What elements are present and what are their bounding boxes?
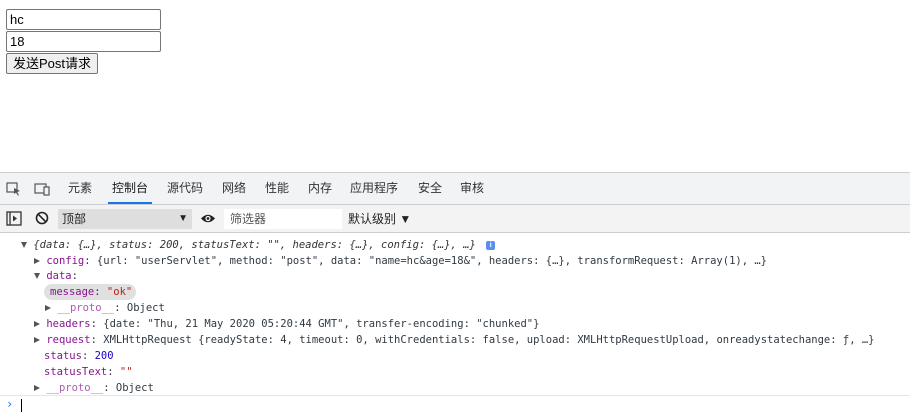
tab-memory[interactable]: 内存 bbox=[308, 173, 332, 204]
device-toolbar-icon[interactable] bbox=[34, 182, 50, 196]
collapsed-arrow-icon[interactable] bbox=[34, 337, 40, 343]
collapsed-arrow-icon[interactable] bbox=[45, 305, 51, 311]
property-config[interactable]: config: {url: "userServlet", method: "po… bbox=[34, 254, 767, 269]
property-status: status: 200 bbox=[44, 350, 114, 362]
page-content: 发送Post请求 bbox=[0, 0, 910, 172]
tab-elements[interactable]: 元素 bbox=[68, 173, 92, 204]
log-levels-dropdown[interactable]: 默认级别 ▼ bbox=[348, 209, 411, 229]
tab-security[interactable]: 安全 bbox=[418, 173, 442, 204]
tab-performance[interactable]: 性能 bbox=[265, 173, 289, 204]
property-proto[interactable]: __proto__: Object bbox=[34, 381, 154, 396]
devtools-panel: 元素 控制台 源代码 网络 性能 内存 应用程序 安全 审核 顶部 ▼ 筛选器 … bbox=[0, 172, 910, 413]
log-entry-summary[interactable]: {data: {…}, status: 200, statusText: "",… bbox=[21, 238, 496, 253]
name-input[interactable] bbox=[6, 9, 161, 30]
property-data-proto[interactable]: __proto__: Object bbox=[45, 301, 165, 316]
console-output: {data: {…}, status: 200, statusText: "",… bbox=[0, 234, 910, 413]
context-select-value: 顶部 bbox=[62, 212, 87, 226]
sidebar-toggle-icon[interactable] bbox=[6, 211, 22, 226]
devtools-tabbar: 元素 控制台 源代码 网络 性能 内存 应用程序 安全 审核 bbox=[0, 173, 910, 205]
info-icon[interactable]: i bbox=[486, 240, 496, 250]
tab-application[interactable]: 应用程序 bbox=[350, 173, 398, 204]
property-headers[interactable]: headers: {date: "Thu, 21 May 2020 05:20:… bbox=[34, 317, 539, 332]
tab-sources[interactable]: 源代码 bbox=[167, 173, 203, 204]
collapsed-arrow-icon[interactable] bbox=[34, 258, 40, 264]
tab-console[interactable]: 控制台 bbox=[107, 173, 153, 204]
inspect-element-icon[interactable] bbox=[6, 182, 22, 196]
property-data[interactable]: data: bbox=[34, 269, 78, 284]
send-post-button[interactable]: 发送Post请求 bbox=[6, 53, 99, 74]
filter-input[interactable]: 筛选器 bbox=[224, 209, 342, 229]
clear-console-icon[interactable] bbox=[35, 211, 49, 225]
age-input[interactable] bbox=[6, 31, 161, 52]
collapsed-arrow-icon[interactable] bbox=[34, 385, 40, 391]
property-statustext: statusText: "" bbox=[44, 366, 133, 378]
live-expression-eye-icon[interactable] bbox=[200, 213, 216, 224]
console-prompt[interactable]: › bbox=[0, 395, 910, 414]
expand-arrow-icon[interactable] bbox=[21, 242, 27, 248]
property-message[interactable]: message: "ok" bbox=[44, 284, 137, 300]
collapsed-arrow-icon[interactable] bbox=[34, 321, 40, 327]
context-select[interactable]: 顶部 ▼ bbox=[58, 209, 192, 229]
property-request[interactable]: request: XMLHttpRequest {readyState: 4, … bbox=[34, 333, 874, 348]
console-toolbar: 顶部 ▼ 筛选器 默认级别 ▼ bbox=[0, 205, 910, 233]
expand-arrow-icon[interactable] bbox=[34, 273, 40, 279]
tab-audits[interactable]: 审核 bbox=[460, 173, 484, 204]
text-caret bbox=[21, 399, 22, 412]
tab-network[interactable]: 网络 bbox=[222, 173, 246, 204]
dropdown-arrow-icon: ▼ bbox=[178, 213, 188, 224]
prompt-chevron-icon: › bbox=[6, 397, 14, 411]
